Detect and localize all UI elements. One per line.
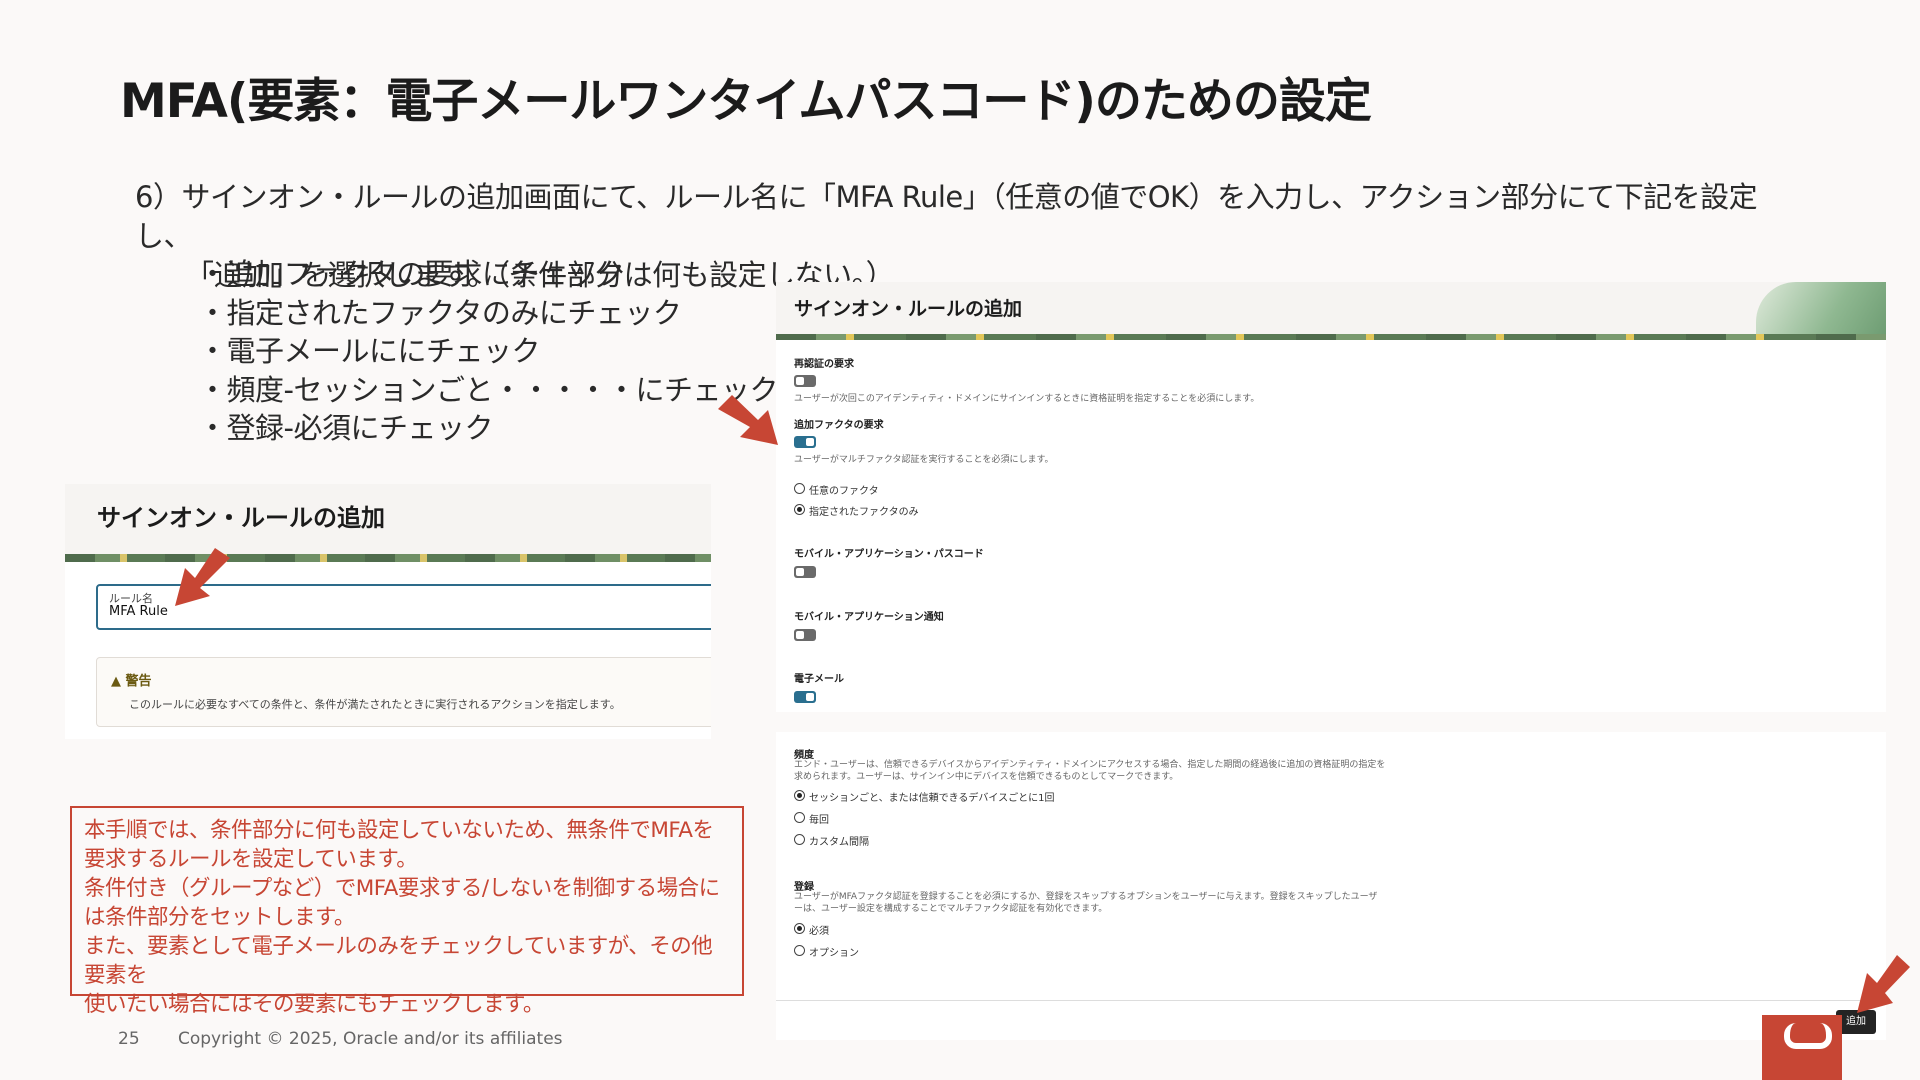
- radio-any-factor-label: 任意のファクタ: [809, 486, 879, 497]
- factor-toggle[interactable]: [794, 436, 816, 448]
- decorative-band: [776, 334, 1886, 340]
- bullet-item: ・電子メールににチェック: [198, 334, 541, 368]
- factor-help: ユーザーがマルチファクタ認証を実行することを必須にします。: [794, 455, 1054, 465]
- radio-freq-custom-label: カスタム間隔: [809, 837, 869, 848]
- copyright: Copyright © 2025, Oracle and/or its affi…: [178, 1029, 563, 1049]
- arrow-icon: [718, 395, 778, 445]
- reauth-label: 再認証の要求: [794, 359, 854, 370]
- mobile-passcode-toggle[interactable]: [794, 566, 816, 578]
- note-line: 要求するルールを設定しています。: [84, 847, 418, 872]
- note-line: 使いたい場合にはその要素にもチェックします。: [84, 992, 544, 1017]
- radio-freq-session-label: セッションごと、または信頼できるデバイスごとに1回: [809, 793, 1055, 804]
- warning-icon: ▲: [111, 674, 126, 689]
- enroll-help-2: ーは、ユーザー設定を構成することでマルチファクタ認証を有効化できます。: [794, 904, 1108, 914]
- bullet-item: ・追加ファクタの要求にチェック: [198, 257, 625, 291]
- arrow-icon: [175, 548, 230, 606]
- mobile-passcode-label: モバイル・アプリケーション・パスコード: [794, 549, 984, 560]
- note-line: また、要素として電子メールのみをチェックしていますが、その他要素を: [84, 934, 713, 988]
- note-box: 本手順では、条件部分に何も設定していないため、無条件でMFAを 要求するルールを…: [70, 806, 744, 1017]
- frequency-help-2: 求められます。ユーザーは、サインイン中にデバイスを信頼できるものとしてマークでき…: [794, 772, 1179, 782]
- email-label: 電子メール: [794, 674, 844, 685]
- radio-any-factor[interactable]: [794, 483, 805, 494]
- warning-title: ▲ 警告: [111, 670, 152, 689]
- radio-freq-every[interactable]: [794, 812, 805, 823]
- radio-enroll-optional[interactable]: [794, 945, 805, 956]
- note-line: は条件部分をセットします。: [84, 905, 355, 930]
- radio-freq-custom[interactable]: [794, 834, 805, 845]
- mobile-notify-label: モバイル・アプリケーション通知: [794, 612, 944, 623]
- warning-text: このルールに必要なすべての条件と、条件が満たされたときに実行されるアクションを指…: [129, 698, 621, 711]
- action-settings-screenshot: サインオン・ルールの追加 再認証の要求 ユーザーが次回このアイデンティティ・ドメ…: [776, 282, 1886, 712]
- bullet-item: ・登録-必須にチェック: [198, 411, 493, 445]
- panel-title: サインオン・ルールの追加: [794, 298, 1023, 320]
- email-toggle[interactable]: [794, 691, 816, 703]
- reauth-toggle[interactable]: [794, 375, 816, 387]
- mobile-notify-toggle[interactable]: [794, 629, 816, 641]
- divider: [776, 1000, 1886, 1001]
- rule-name-screenshot: サインオン・ルールの追加 ルール名 MFA Rule ▲ 警告 このルールに必要…: [65, 484, 711, 739]
- rule-name-value[interactable]: MFA Rule: [109, 604, 168, 619]
- radio-freq-session[interactable]: [794, 790, 805, 801]
- decorative-band: [65, 554, 711, 562]
- radio-enroll-required[interactable]: [794, 923, 805, 934]
- note-line: 本手順では、条件部分に何も設定していないため、無条件でMFAを: [84, 818, 714, 843]
- bullet-item: ・指定されたファクタのみにチェック: [198, 295, 682, 330]
- slide-title: MFA(要素：電子メールワンタイムパスコード)のための設定: [120, 74, 1372, 129]
- radio-freq-every-label: 毎回: [809, 815, 829, 826]
- oracle-logo: [1762, 1015, 1842, 1080]
- warning-box: ▲ 警告 このルールに必要なすべての条件と、条件が満たされたときに実行されるアク…: [96, 657, 711, 727]
- radio-enroll-required-label: 必須: [809, 926, 829, 937]
- panel-header: サインオン・ルールの追加: [776, 282, 1886, 334]
- page-number: 25: [118, 1029, 140, 1049]
- bullet-item: ・頻度-セッションごと・・・・・にチェック: [198, 372, 778, 407]
- arrow-icon: [1857, 955, 1910, 1013]
- panel-title: サインオン・ルールの追加: [97, 504, 385, 532]
- panel-header: サインオン・ルールの追加: [65, 484, 711, 554]
- frequency-enroll-screenshot: 頻度 エンド・ユーザーは、信頼できるデバイスからアイデンティティ・ドメインにアク…: [776, 732, 1886, 1040]
- radio-specified-factor[interactable]: [794, 504, 805, 515]
- instruction-line-1: 6）サインオン・ルールの追加画面にて、ルール名に「MFA Rule」（任意の値で…: [135, 180, 1758, 253]
- bullet-list: ・追加ファクタの要求にチェック ・指定されたファクタのみにチェック ・電子メール…: [198, 255, 778, 448]
- note-line: 条件付き（グループなど）でMFA要求する/しないを制御する場合に: [84, 876, 720, 901]
- radio-enroll-optional-label: オプション: [809, 948, 859, 959]
- radio-specified-factor-label: 指定されたファクタのみ: [809, 507, 919, 518]
- decorative-leaf: [1756, 282, 1886, 334]
- factor-label: 追加ファクタの要求: [794, 420, 884, 431]
- warning-title-text: 警告: [125, 674, 152, 689]
- reauth-help: ユーザーが次回このアイデンティティ・ドメインにサインインするときに資格証明を指定…: [794, 394, 1260, 404]
